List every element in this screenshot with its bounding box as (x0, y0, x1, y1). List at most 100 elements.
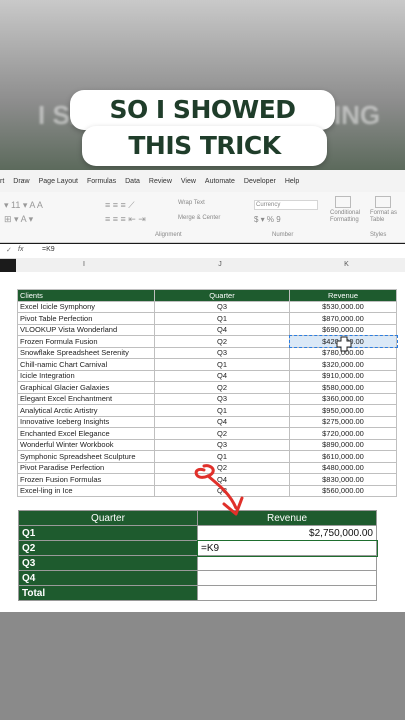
cell-quarter[interactable]: Q3 (154, 346, 290, 359)
summary-label-q3[interactable]: Q3 (18, 555, 198, 571)
cell-client[interactable]: Pivot Table Perfection (17, 312, 155, 325)
header-clients[interactable]: Clients (17, 289, 155, 302)
cell-client[interactable]: Enchanted Excel Elegance (17, 427, 155, 440)
video-bottom-background (0, 612, 405, 720)
cell-revenue[interactable]: $320,000.00 (289, 358, 397, 371)
header-revenue[interactable]: Revenue (289, 289, 397, 302)
cell-quarter[interactable]: Q2 (154, 381, 290, 394)
font-format-icons[interactable]: ⊞ ▾ A ▾ (4, 214, 33, 225)
cell-quarter[interactable]: Q1 (154, 358, 290, 371)
group-alignment: Alignment (155, 232, 182, 238)
group-number: Number (272, 232, 294, 238)
tab-formulas[interactable]: Formulas (87, 178, 116, 185)
cell-quarter[interactable]: Q2 (154, 335, 290, 348)
summary-label-total[interactable]: Total (18, 585, 198, 601)
summary-value-q3[interactable] (197, 555, 377, 571)
annotation-arrow-icon (194, 464, 244, 516)
summary-value-q1[interactable]: $2,750,000.00 (197, 525, 377, 541)
format-table-button[interactable]: Format as Table (370, 210, 402, 224)
caption-line-1: SO I SHOWED THEM (70, 90, 335, 164)
summary-label-q1[interactable]: Q1 (18, 525, 198, 541)
align-bottom-icons[interactable]: ≡ ≡ ≡ ⇤ ⇥ (105, 214, 146, 225)
cell-quarter[interactable]: Q2 (154, 427, 290, 440)
column-header-i[interactable]: I (16, 258, 152, 273)
cell-client[interactable]: Elegant Excel Enchantment (17, 392, 155, 405)
formula-check-icon[interactable]: ✓ (6, 246, 12, 254)
cell-revenue[interactable]: $480,000.00 (289, 461, 397, 474)
tab-developer[interactable]: Developer (244, 178, 276, 185)
header-quarter[interactable]: Quarter (154, 289, 290, 302)
summary-value-total[interactable] (197, 585, 377, 601)
cell-quarter[interactable]: Q1 (154, 450, 290, 463)
caption-line-2: THIS TRICK INSTEAD (82, 126, 327, 200)
table-row: VLOOKUP Vista Wonderland Q4 $690,000.00 (17, 323, 397, 336)
cell-revenue[interactable]: $580,000.00 (289, 381, 397, 394)
cell-quarter[interactable]: Q4 (154, 415, 290, 428)
cell-quarter[interactable]: Q3 (154, 300, 290, 313)
cell-client[interactable]: Frozen Formula Fusion (17, 335, 155, 348)
cell-client[interactable]: Icicle Integration (17, 369, 155, 382)
cell-revenue[interactable]: $910,000.00 (289, 369, 397, 382)
tab-draw[interactable]: Draw (13, 178, 29, 185)
number-format-select[interactable]: Currency (254, 200, 318, 210)
number-icons[interactable]: $ ▾ % 9 (254, 215, 281, 224)
cell-client[interactable]: Innovative Iceberg Insights (17, 415, 155, 428)
tab-automate[interactable]: Automate (205, 178, 235, 185)
cell-cursor-icon (336, 336, 352, 352)
cell-client[interactable]: Excel Icicle Symphony (17, 300, 155, 313)
cell-quarter[interactable]: Q4 (154, 323, 290, 336)
format-table-icon[interactable] (375, 196, 391, 208)
cell-revenue[interactable]: $720,000.00 (289, 427, 397, 440)
summary-label-q2[interactable]: Q2 (18, 540, 198, 556)
align-top-icons[interactable]: ≡ ≡ ≡ ⟋ (105, 200, 135, 211)
column-header-k[interactable]: K (288, 258, 405, 273)
cell-revenue[interactable]: $560,000.00 (289, 484, 397, 497)
cell-client[interactable]: Snowflake Spreadsheet Serenity (17, 346, 155, 359)
cell-revenue[interactable]: $275,000.00 (289, 415, 397, 428)
summary-header-quarter[interactable]: Quarter (18, 510, 198, 526)
merge-center-button[interactable]: Merge & Center (178, 215, 220, 221)
cell-quarter[interactable]: Q1 (154, 404, 290, 417)
summary-value-q4[interactable] (197, 570, 377, 586)
cell-revenue[interactable]: $530,000.00 (289, 300, 397, 313)
cell-revenue[interactable]: $830,000.00 (289, 473, 397, 486)
cell-client[interactable]: VLOOKUP Vista Wonderland (17, 323, 155, 336)
cell-quarter[interactable]: Q3 (154, 438, 290, 451)
summary-label-q4[interactable]: Q4 (18, 570, 198, 586)
wrap-text-button[interactable]: Wrap Text (178, 200, 205, 206)
tab-page-layout[interactable]: Page Layout (39, 178, 78, 185)
cell-revenue[interactable]: $610,000.00 (289, 450, 397, 463)
tab-help[interactable]: Help (285, 178, 299, 185)
tab-rt[interactable]: rt (0, 178, 4, 185)
tab-review[interactable]: Review (149, 178, 172, 185)
cell-client[interactable]: Excel-ling in Ice (17, 484, 155, 497)
cell-client[interactable]: Frozen Fusion Formulas (17, 473, 155, 486)
cell-revenue[interactable]: $950,000.00 (289, 404, 397, 417)
cell-client[interactable]: Graphical Glacier Galaxies (17, 381, 155, 394)
cell-client[interactable]: Chill-namic Chart Carnival (17, 358, 155, 371)
cell-client[interactable]: Symphonic Spreadsheet Sculpture (17, 450, 155, 463)
table-row: Analytical Arctic Artistry Q1 $950,000.00 (17, 404, 397, 417)
table-row: Pivot Table Perfection Q1 $870,000.00 (17, 312, 397, 325)
summary-value-q2[interactable]: =K9 (196, 539, 378, 557)
tab-data[interactable]: Data (125, 178, 140, 185)
cell-revenue[interactable]: $870,000.00 (289, 312, 397, 325)
cell-client[interactable]: Pivot Paradise Perfection (17, 461, 155, 474)
tab-view[interactable]: View (181, 178, 196, 185)
cell-quarter[interactable]: Q4 (154, 369, 290, 382)
conditional-formatting-button[interactable]: Conditional Formatting (330, 210, 360, 224)
font-controls[interactable]: ▾ 11 ▾ A A (4, 200, 43, 211)
column-header-j[interactable]: J (152, 258, 288, 273)
cell-client[interactable]: Analytical Arctic Artistry (17, 404, 155, 417)
table-row: Graphical Glacier Galaxies Q2 $580,000.00 (17, 381, 397, 394)
cell-revenue[interactable]: $890,000.00 (289, 438, 397, 451)
formula-input[interactable]: =K9 (42, 246, 55, 253)
cell-revenue[interactable]: $690,000.00 (289, 323, 397, 336)
cell-revenue[interactable]: $360,000.00 (289, 392, 397, 405)
ribbon-tabs: rt Draw Page Layout Formulas Data Review… (0, 170, 405, 192)
fx-label[interactable]: fx (18, 246, 23, 253)
cell-client[interactable]: Wonderful Winter Workbook (17, 438, 155, 451)
cell-quarter[interactable]: Q3 (154, 392, 290, 405)
cell-quarter[interactable]: Q1 (154, 312, 290, 325)
conditional-formatting-icon[interactable] (335, 196, 351, 208)
